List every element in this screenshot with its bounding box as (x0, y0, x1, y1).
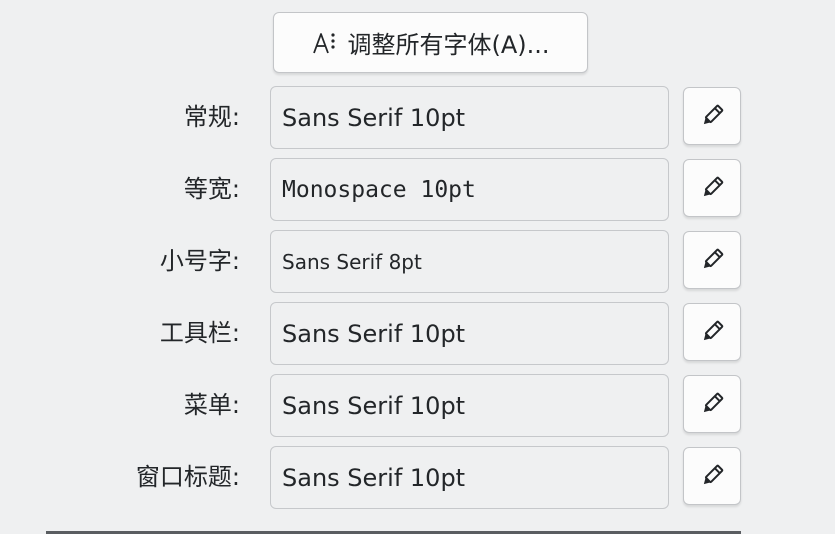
edit-fixed-font-button[interactable] (683, 159, 741, 217)
edit-general-font-button[interactable] (683, 87, 741, 145)
small-font-label: 小号字: (159, 247, 240, 275)
edit-window-title-font-button[interactable] (683, 447, 741, 505)
font-row-toolbar: 工具栏: Sans Serif 10pt (0, 302, 835, 366)
general-font-field[interactable]: Sans Serif 10pt (270, 86, 669, 149)
edit-small-font-button[interactable] (683, 231, 741, 289)
font-adjust-icon (311, 30, 337, 56)
toolbar-font-label: 工具栏: (159, 319, 240, 347)
pencil-icon (699, 319, 725, 345)
window-title-font-label: 窗口标题: (135, 463, 240, 491)
adjust-all-fonts-label: 调整所有字体(A)... (347, 31, 550, 59)
font-row-small: 小号字: Sans Serif 8pt (0, 230, 835, 294)
toolbar-font-field[interactable]: Sans Serif 10pt (270, 302, 669, 365)
font-row-general: 常规: Sans Serif 10pt (0, 86, 835, 150)
fixed-font-label: 等宽: (183, 175, 240, 203)
menu-font-field[interactable]: Sans Serif 10pt (270, 374, 669, 437)
small-font-field[interactable]: Sans Serif 8pt (270, 230, 669, 293)
font-row-fixed: 等宽: Monospace 10pt (0, 158, 835, 222)
fixed-font-field[interactable]: Monospace 10pt (270, 158, 669, 221)
pencil-icon (699, 247, 725, 273)
font-row-menu: 菜单: Sans Serif 10pt (0, 374, 835, 438)
edit-toolbar-font-button[interactable] (683, 303, 741, 361)
pencil-icon (699, 175, 725, 201)
edit-menu-font-button[interactable] (683, 375, 741, 433)
font-row-window-title: 窗口标题: Sans Serif 10pt (0, 446, 835, 510)
pencil-icon (699, 391, 725, 417)
pencil-icon (699, 463, 725, 489)
window-title-font-field[interactable]: Sans Serif 10pt (270, 446, 669, 509)
adjust-all-fonts-button[interactable]: 调整所有字体(A)... (273, 12, 588, 73)
general-font-label: 常规: (183, 103, 240, 131)
pencil-icon (699, 103, 725, 129)
menu-font-label: 菜单: (183, 391, 240, 419)
